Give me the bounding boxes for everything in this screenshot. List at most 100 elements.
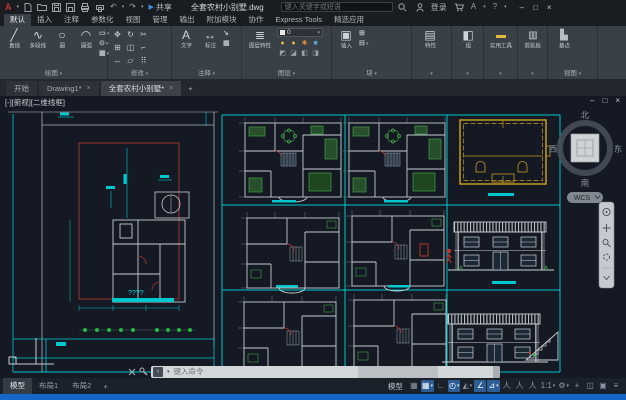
navigation-bar[interactable] [599, 202, 614, 288]
polyline-button[interactable]: ∿多段线 [27, 28, 49, 51]
move-icon[interactable]: ✥ [111, 30, 124, 39]
app-store-cart-icon[interactable] [454, 3, 464, 12]
create-block-button[interactable]: ⊞ [359, 29, 368, 38]
command-close-icon[interactable] [128, 368, 136, 376]
layer-match-icon[interactable]: ◩ [277, 49, 288, 57]
file-tab[interactable]: 全套农村小别墅* × [101, 81, 182, 96]
layer-properties-button[interactable]: ≣图层特性 [245, 28, 275, 51]
model-space-toggle[interactable]: 模型 [384, 381, 407, 392]
dimension-button[interactable]: ↔标注 [199, 28, 221, 51]
panel-modify-caption[interactable]: 修改 ▾ [108, 69, 171, 79]
line-button[interactable]: ╱直线 [3, 28, 25, 51]
layer-lock-icon[interactable]: ■ [310, 40, 321, 47]
drawing-minimize-button[interactable]: – [590, 96, 594, 105]
minimize-button[interactable]: – [520, 3, 524, 12]
model-space[interactable]: ???? [0, 96, 626, 378]
panel-groups-caption[interactable]: ▾ [452, 69, 483, 79]
open-folder-icon[interactable] [37, 3, 47, 11]
new-file-icon[interactable] [24, 3, 32, 12]
annotation-autoscale[interactable]: 人 [514, 380, 526, 392]
trim-icon[interactable]: ✂ [137, 30, 150, 39]
scale-value[interactable]: 1:1▾ [540, 380, 557, 392]
ribbon-tab[interactable]: 附加模块 [201, 14, 243, 26]
annotation-scale[interactable]: 人 [527, 380, 539, 392]
layout-tab[interactable]: 布局2 [65, 378, 98, 394]
ribbon-tab[interactable]: 输出 [174, 14, 201, 26]
isolate-objects[interactable]: ◫ [584, 380, 596, 392]
layer-freeze-icon[interactable]: ✱ [299, 39, 310, 47]
text-button[interactable]: A文字 [175, 28, 197, 51]
file-tab[interactable]: Drawing1* × [39, 81, 99, 96]
help-caret-icon[interactable]: ▾ [504, 4, 507, 10]
object-snap[interactable]: ⊿▾ [487, 380, 499, 392]
maximize-button[interactable]: □ [533, 3, 538, 12]
snap-mode[interactable]: ▦ [408, 380, 420, 392]
panel-view-caption[interactable]: 视图 ▾ [548, 69, 597, 79]
save-icon[interactable] [52, 3, 61, 12]
search-icon[interactable] [398, 3, 407, 12]
isometric-drafting[interactable]: ◭▾ [461, 380, 473, 392]
polar-tracking[interactable]: ◴▾ [448, 380, 461, 392]
compass-south[interactable]: 南 [581, 178, 590, 188]
panel-layers-caption[interactable]: 图层 ▾ [242, 69, 331, 79]
array-icon[interactable]: ⠿ [137, 56, 150, 65]
drawing-close-button[interactable]: × [615, 96, 620, 105]
compass-east[interactable]: 东 [614, 144, 623, 154]
circle-button[interactable]: ○圆 [51, 28, 73, 51]
save-as-icon[interactable] [66, 3, 75, 12]
help-icon[interactable]: ? [493, 2, 497, 12]
h-scrollbar-end[interactable] [493, 366, 500, 378]
panel-clipboard-caption[interactable]: ▾ [518, 69, 547, 79]
autodesk-caret-icon[interactable]: ▾ [483, 4, 486, 10]
undo-caret-icon[interactable]: ▾ [122, 4, 125, 10]
floor-plan-4[interactable] [346, 210, 444, 291]
floor-plan-2[interactable] [343, 117, 445, 202]
arc-button[interactable]: ◠圆弧 [75, 28, 97, 51]
rotate-icon[interactable]: ↻ [124, 30, 137, 39]
panel-block-caption[interactable]: 块 ▾ [332, 69, 411, 79]
tab-close-icon[interactable]: × [87, 85, 91, 92]
properties-button[interactable]: ▤特性 [415, 28, 445, 51]
panel-utilities-caption[interactable]: ▾ [484, 69, 517, 79]
app-menu-caret-icon[interactable]: ▾ [17, 4, 20, 10]
signin-label[interactable]: 登录 [431, 2, 447, 13]
panel-annotate-caption[interactable]: 注释 ▾ [172, 69, 241, 79]
osnap-tracking[interactable]: ∠ [474, 380, 486, 392]
copy-icon[interactable]: ⊞ [111, 43, 124, 52]
annotation-visibility[interactable]: 人 [501, 380, 513, 392]
app-logo-icon[interactable]: A [5, 2, 12, 12]
leader-button[interactable]: ↘ [223, 29, 230, 38]
compass-north[interactable]: 北 [581, 110, 590, 120]
ribbon-tab[interactable]: 参数化 [85, 14, 120, 26]
redo-caret-icon[interactable]: ▾ [141, 4, 144, 10]
h-scrollbar-thumb[interactable] [358, 366, 438, 378]
base-point-button[interactable]: ▙基点 [551, 28, 577, 51]
ribbon-tab[interactable]: 插入 [31, 14, 58, 26]
ribbon-tab[interactable]: 视图 [120, 14, 147, 26]
tab-close-icon[interactable]: × [169, 85, 173, 92]
layout-tab[interactable]: 模型 [3, 378, 32, 394]
floor-plan-6[interactable] [348, 294, 446, 375]
drawing-maximize-button[interactable]: □ [602, 96, 607, 105]
insert-block-button[interactable]: ▣插入 [335, 28, 357, 51]
command-wrench-icon[interactable] [139, 367, 148, 376]
ribbon-tab[interactable]: 管理 [147, 14, 174, 26]
crosshair-size[interactable]: + [571, 380, 583, 392]
stair-section-detail[interactable] [526, 332, 558, 360]
mirror-icon[interactable]: ◫ [124, 43, 137, 52]
site-house-plan[interactable] [113, 220, 185, 302]
compass-west[interactable]: 西 [549, 144, 558, 154]
customize-menu[interactable]: ≡ [610, 380, 622, 392]
user-icon[interactable] [416, 3, 424, 12]
new-layout-button[interactable]: + [98, 382, 112, 391]
ribbon-tab[interactable]: 注释 [58, 14, 85, 26]
close-button[interactable]: × [547, 3, 552, 12]
plot-icon[interactable] [80, 3, 90, 12]
layer-thaw-icon[interactable]: ● [288, 40, 299, 47]
viewport-controls[interactable]: [-][俯视][二维线框] [5, 97, 65, 108]
utilities-button[interactable]: ▬实用工具 [487, 28, 515, 51]
ribbon-tab[interactable]: Express Tools [270, 14, 329, 26]
autodesk-logo-icon[interactable]: A [471, 2, 476, 12]
site-plan[interactable]: ???? [8, 112, 218, 372]
stretch-icon[interactable]: ↔ [111, 56, 124, 65]
